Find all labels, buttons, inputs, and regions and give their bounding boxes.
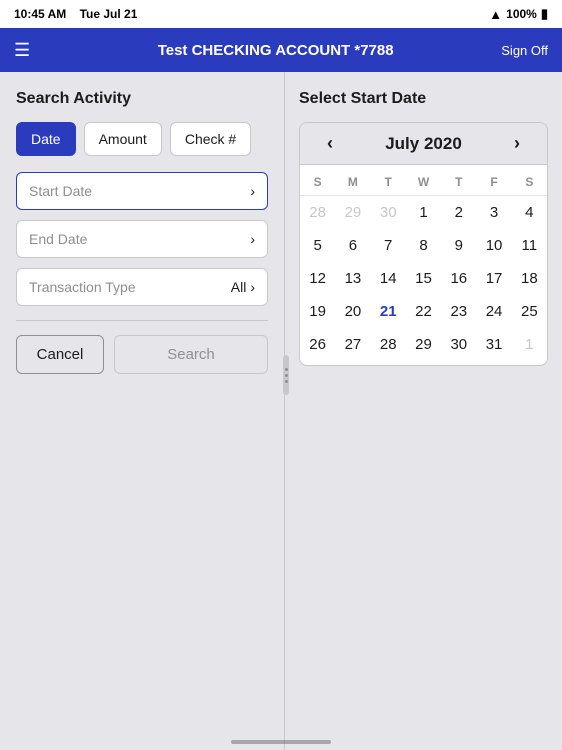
resize-handle[interactable] bbox=[283, 355, 289, 395]
start-date-arrow: › bbox=[250, 183, 255, 199]
calendar-day[interactable]: 28 bbox=[371, 328, 406, 361]
calendar-next-button[interactable]: › bbox=[503, 133, 531, 154]
check-number-button[interactable]: Check # bbox=[170, 122, 251, 156]
end-date-field[interactable]: End Date › bbox=[16, 220, 268, 258]
calendar-day[interactable]: 22 bbox=[406, 295, 441, 328]
nav-title: Test CHECKING ACCOUNT *7788 bbox=[50, 42, 501, 59]
calendar-day[interactable]: 4 bbox=[512, 196, 547, 229]
calendar-day[interactable]: 6 bbox=[335, 229, 370, 262]
calendar-day[interactable]: 14 bbox=[371, 262, 406, 295]
calendar-day[interactable]: 3 bbox=[476, 196, 511, 229]
calendar-day[interactable]: 7 bbox=[371, 229, 406, 262]
cancel-button[interactable]: Cancel bbox=[16, 335, 104, 374]
calendar: ‹ July 2020 › SMTWTFS 282930123456789101… bbox=[299, 122, 548, 366]
transaction-type-arrow: › bbox=[250, 279, 255, 295]
calendar-day[interactable]: 1 bbox=[512, 328, 547, 361]
nav-bar: ☰ Test CHECKING ACCOUNT *7788 Sign Off bbox=[0, 28, 562, 72]
calendar-day[interactable]: 21 bbox=[371, 295, 406, 328]
status-date: Tue Jul 21 bbox=[80, 7, 138, 21]
calendar-day[interactable]: 28 bbox=[300, 196, 335, 229]
calendar-weeks: 2829301234567891011121314151617181920212… bbox=[300, 196, 547, 361]
end-date-arrow: › bbox=[250, 231, 255, 247]
calendar-weekday: T bbox=[441, 169, 476, 195]
start-date-label: Start Date bbox=[29, 183, 92, 199]
calendar-day[interactable]: 24 bbox=[476, 295, 511, 328]
calendar-day[interactable]: 10 bbox=[476, 229, 511, 262]
calendar-day[interactable]: 13 bbox=[335, 262, 370, 295]
calendar-day[interactable]: 8 bbox=[406, 229, 441, 262]
resize-dot-1 bbox=[285, 368, 288, 371]
calendar-day[interactable]: 18 bbox=[512, 262, 547, 295]
resize-dot-2 bbox=[285, 374, 288, 377]
search-button[interactable]: Search bbox=[114, 335, 268, 374]
calendar-day[interactable]: 5 bbox=[300, 229, 335, 262]
calendar-header: ‹ July 2020 › bbox=[300, 123, 547, 165]
search-activity-title: Search Activity bbox=[16, 90, 268, 108]
calendar-day[interactable]: 27 bbox=[335, 328, 370, 361]
calendar-day[interactable]: 29 bbox=[335, 196, 370, 229]
calendar-week-row: 12131415161718 bbox=[300, 262, 547, 295]
search-type-row: Date Amount Check # bbox=[16, 122, 268, 156]
calendar-week-row: 19202122232425 bbox=[300, 295, 547, 328]
calendar-weekdays: SMTWTFS bbox=[300, 169, 547, 196]
calendar-weekday: W bbox=[406, 169, 441, 195]
calendar-day[interactable]: 12 bbox=[300, 262, 335, 295]
transaction-value-row: All › bbox=[231, 279, 255, 295]
resize-dot-3 bbox=[285, 380, 288, 383]
calendar-day[interactable]: 29 bbox=[406, 328, 441, 361]
calendar-day[interactable]: 17 bbox=[476, 262, 511, 295]
transaction-type-value: All bbox=[231, 279, 247, 295]
divider bbox=[16, 320, 268, 321]
sign-off-button[interactable]: Sign Off bbox=[501, 43, 548, 58]
calendar-day[interactable]: 25 bbox=[512, 295, 547, 328]
calendar-weekday: S bbox=[300, 169, 335, 195]
main-content: Search Activity Date Amount Check # Star… bbox=[0, 72, 562, 750]
select-start-date-title: Select Start Date bbox=[299, 90, 548, 108]
calendar-day[interactable]: 26 bbox=[300, 328, 335, 361]
calendar-day[interactable]: 2 bbox=[441, 196, 476, 229]
calendar-day[interactable]: 1 bbox=[406, 196, 441, 229]
calendar-day[interactable]: 9 bbox=[441, 229, 476, 262]
calendar-day[interactable]: 20 bbox=[335, 295, 370, 328]
status-time-date: 10:45 AM Tue Jul 21 bbox=[14, 7, 137, 21]
calendar-month-year: July 2020 bbox=[385, 134, 462, 154]
calendar-day[interactable]: 16 bbox=[441, 262, 476, 295]
calendar-week-row: 2829301234 bbox=[300, 196, 547, 229]
calendar-day[interactable]: 23 bbox=[441, 295, 476, 328]
status-icons: ▲ 100% ▮ bbox=[489, 6, 548, 22]
end-date-label: End Date bbox=[29, 231, 87, 247]
status-time: 10:45 AM bbox=[14, 7, 66, 21]
calendar-day[interactable]: 19 bbox=[300, 295, 335, 328]
calendar-prev-button[interactable]: ‹ bbox=[316, 133, 344, 154]
battery-percent: 100% bbox=[506, 7, 537, 21]
calendar-day[interactable]: 30 bbox=[441, 328, 476, 361]
calendar-weekday: F bbox=[476, 169, 511, 195]
status-bar: 10:45 AM Tue Jul 21 ▲ 100% ▮ bbox=[0, 0, 562, 28]
battery-icon: ▮ bbox=[541, 6, 548, 22]
start-date-field[interactable]: Start Date › bbox=[16, 172, 268, 210]
amount-button[interactable]: Amount bbox=[84, 122, 162, 156]
menu-icon[interactable]: ☰ bbox=[14, 40, 50, 61]
calendar-weekday: M bbox=[335, 169, 370, 195]
calendar-day[interactable]: 30 bbox=[371, 196, 406, 229]
calendar-weekday: S bbox=[512, 169, 547, 195]
home-indicator bbox=[231, 740, 331, 744]
wifi-icon: ▲ bbox=[489, 7, 502, 22]
calendar-week-row: 567891011 bbox=[300, 229, 547, 262]
left-panel: Search Activity Date Amount Check # Star… bbox=[0, 72, 285, 750]
calendar-weekday: T bbox=[371, 169, 406, 195]
calendar-week-row: 2627282930311 bbox=[300, 328, 547, 361]
calendar-day[interactable]: 15 bbox=[406, 262, 441, 295]
date-button[interactable]: Date bbox=[16, 122, 76, 156]
calendar-grid: SMTWTFS 28293012345678910111213141516171… bbox=[300, 165, 547, 365]
right-panel: Select Start Date ‹ July 2020 › SMTWTFS … bbox=[285, 72, 562, 750]
action-row: Cancel Search bbox=[16, 335, 268, 374]
calendar-day[interactable]: 11 bbox=[512, 229, 547, 262]
calendar-day[interactable]: 31 bbox=[476, 328, 511, 361]
transaction-type-field[interactable]: Transaction Type All › bbox=[16, 268, 268, 306]
transaction-type-label: Transaction Type bbox=[29, 279, 136, 295]
